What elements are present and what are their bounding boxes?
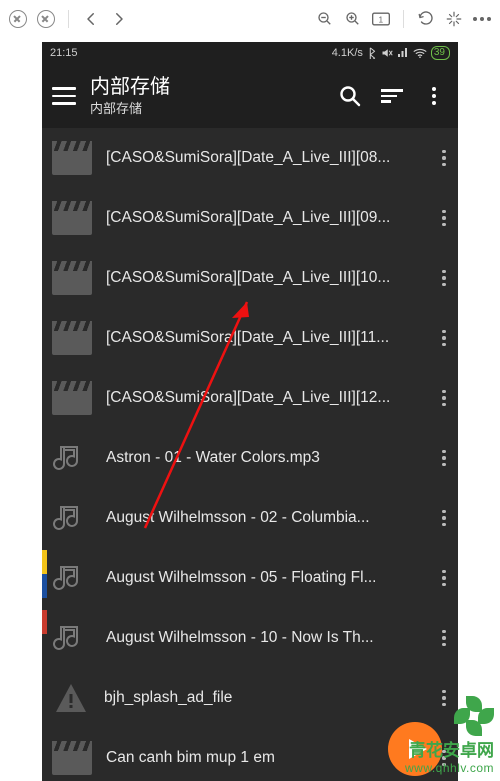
file-name: [CASO&SumiSora][Date_A_Live_III][08... (106, 149, 422, 167)
list-item[interactable]: [CASO&SumiSora][Date_A_Live_III][08... (42, 128, 458, 188)
app-titles: 内部存储 内部存储 (90, 76, 322, 117)
phone-screen: 21:15 4.1K/s 39 内部存储 内部存储 (42, 42, 458, 781)
app-subtitle: 内部存储 (90, 98, 322, 117)
list-item[interactable]: Astron - 01 - Water Colors.mp3 (42, 428, 458, 488)
file-name: [CASO&SumiSora][Date_A_Live_III][11... (106, 329, 422, 347)
list-item[interactable]: August Wilhelmsson - 02 - Columbia... (42, 488, 458, 548)
zoom-in-icon[interactable] (341, 7, 365, 31)
file-list[interactable]: [CASO&SumiSora][Date_A_Live_III][08... [… (42, 128, 458, 781)
file-name: August Wilhelmsson - 02 - Columbia... (106, 509, 422, 527)
audio-icon (52, 441, 92, 475)
edge-stripe (42, 574, 47, 598)
wifi-icon (413, 48, 427, 58)
file-name: [CASO&SumiSora][Date_A_Live_III][09... (106, 209, 422, 227)
list-item[interactable]: August Wilhelmsson - 10 - Now Is Th... (42, 608, 458, 668)
more-icon[interactable] (470, 7, 494, 31)
row-more-icon[interactable] (436, 690, 452, 707)
app-title: 内部存储 (90, 76, 322, 98)
signal-icon (397, 48, 409, 58)
net-speed: 4.1K/s (332, 47, 363, 59)
list-item[interactable]: [CASO&SumiSora][Date_A_Live_III][09... (42, 188, 458, 248)
audio-icon (52, 561, 92, 595)
list-item[interactable]: bjh_splash_ad_file (42, 668, 458, 728)
file-name: August Wilhelmsson - 05 - Floating Fl... (106, 569, 422, 587)
file-name: [CASO&SumiSora][Date_A_Live_III][12... (106, 389, 422, 407)
file-name: Can canh bim mup 1 em (106, 749, 422, 767)
row-more-icon[interactable] (436, 570, 452, 587)
row-more-icon[interactable] (436, 510, 452, 527)
file-name: bjh_splash_ad_file (104, 689, 422, 707)
back-icon[interactable] (79, 7, 103, 31)
list-item[interactable]: [CASO&SumiSora][Date_A_Live_III][10... (42, 248, 458, 308)
search-icon[interactable] (336, 82, 364, 110)
video-icon (52, 201, 92, 235)
row-more-icon[interactable] (436, 270, 452, 287)
file-name: August Wilhelmsson - 10 - Now Is Th... (106, 629, 422, 647)
row-more-icon[interactable] (436, 390, 452, 407)
video-icon (52, 381, 92, 415)
sort-icon[interactable] (378, 82, 406, 110)
battery-icon: 39 (431, 46, 450, 60)
divider (403, 10, 404, 28)
clock: 21:15 (50, 47, 78, 59)
audio-icon (52, 621, 92, 655)
edge-stripe (42, 550, 47, 574)
row-more-icon[interactable] (436, 150, 452, 167)
row-more-icon[interactable] (436, 210, 452, 227)
close-icon[interactable] (6, 7, 30, 31)
forward-icon[interactable] (107, 7, 131, 31)
list-item[interactable]: [CASO&SumiSora][Date_A_Live_III][11... (42, 308, 458, 368)
audio-icon (52, 501, 92, 535)
list-item[interactable]: [CASO&SumiSora][Date_A_Live_III][12... (42, 368, 458, 428)
row-more-icon[interactable] (436, 450, 452, 467)
app-bar: 内部存储 内部存储 (42, 64, 458, 128)
play-fab[interactable] (388, 722, 442, 776)
list-item[interactable]: August Wilhelmsson - 05 - Floating Fl... (42, 548, 458, 608)
divider (68, 10, 69, 28)
status-bar: 21:15 4.1K/s 39 (42, 42, 458, 64)
close2-icon[interactable] (34, 7, 58, 31)
file-name: [CASO&SumiSora][Date_A_Live_III][10... (106, 269, 422, 287)
edge-stripe (42, 610, 47, 634)
bluetooth-icon (367, 47, 377, 59)
browser-toolbar: 1 (0, 0, 500, 38)
mute-icon (381, 47, 393, 59)
video-icon (52, 261, 92, 295)
video-icon (52, 321, 92, 355)
svg-text:1: 1 (379, 14, 384, 24)
video-icon (52, 141, 92, 175)
rotate-icon[interactable] (414, 7, 438, 31)
sparkle-icon[interactable] (442, 7, 466, 31)
warning-icon (52, 680, 90, 716)
watermark-logo-icon (454, 696, 494, 736)
row-more-icon[interactable] (436, 330, 452, 347)
hamburger-icon[interactable] (52, 87, 76, 105)
file-name: Astron - 01 - Water Colors.mp3 (106, 449, 422, 467)
app-more-icon[interactable] (420, 82, 448, 110)
zoom-out-icon[interactable] (313, 7, 337, 31)
video-icon (52, 741, 92, 775)
row-more-icon[interactable] (436, 630, 452, 647)
zoom-reset-icon[interactable]: 1 (369, 7, 393, 31)
